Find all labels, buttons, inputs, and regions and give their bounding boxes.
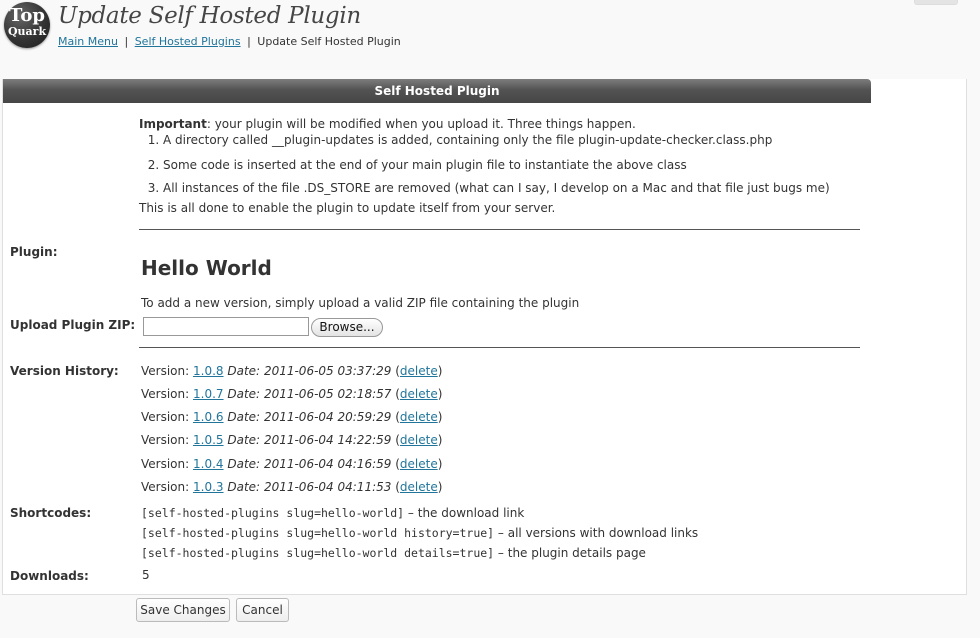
modification-steps-list: A directory called __plugin-updates is a… — [139, 133, 859, 200]
topquark-logo: Top Quark — [4, 2, 50, 48]
delete-version-link[interactable]: delete — [400, 480, 438, 494]
cancel-button[interactable]: Cancel — [236, 598, 289, 622]
version-link[interactable]: 1.0.7 — [193, 387, 224, 401]
breadcrumb: Main Menu | Self Hosted Plugins | Update… — [58, 35, 401, 48]
version-prefix: Version: — [141, 387, 190, 401]
notice-outro: This is all done to enable the plugin to… — [139, 201, 556, 215]
save-changes-button[interactable]: Save Changes — [136, 598, 230, 622]
shortcode-line: [self-hosted-plugins slug=hello-world] –… — [141, 506, 524, 520]
downloads-count: 5 — [142, 568, 150, 582]
date-prefix: Date: — [227, 433, 261, 447]
shortcode-line: [self-hosted-plugins slug=hello-world hi… — [141, 526, 698, 540]
delete-version-link[interactable]: delete — [400, 387, 438, 401]
version-prefix: Version: — [141, 480, 190, 494]
date-prefix: Date: — [227, 410, 261, 424]
version-row: Version: 1.0.4 Date: 2011-06-04 04:16:59… — [141, 457, 443, 471]
version-history-label: Version History: — [10, 364, 119, 378]
shortcode-description: – all versions with download links — [494, 526, 699, 540]
step-item: A directory called __plugin-updates is a… — [163, 133, 859, 147]
step-item: Some code is inserted at the end of your… — [163, 154, 859, 177]
plugin-label: Plugin: — [10, 245, 58, 259]
plugin-name: Hello World — [141, 256, 272, 280]
section-divider — [139, 347, 860, 348]
browse-button[interactable]: Browse... — [311, 318, 383, 337]
date-prefix: Date: — [227, 457, 261, 471]
shortcode-description: – the download link — [404, 506, 525, 520]
important-notice: Important: your plugin will be modified … — [139, 117, 859, 215]
date-prefix: Date: — [227, 480, 261, 494]
version-date: 2011-06-05 03:37:29 — [263, 364, 392, 378]
date-prefix: Date: — [227, 387, 261, 401]
date-prefix: Date: — [227, 364, 261, 378]
version-link[interactable]: 1.0.6 — [193, 410, 224, 424]
important-text: : your plugin will be modified when you … — [206, 117, 636, 131]
version-row: Version: 1.0.8 Date: 2011-06-05 03:37:29… — [141, 364, 443, 378]
page-title: Update Self Hosted Plugin — [58, 3, 361, 29]
breadcrumb-current: Update Self Hosted Plugin — [257, 35, 401, 48]
shortcode: [self-hosted-plugins slug=hello-world de… — [141, 546, 495, 560]
version-date: 2011-06-04 04:11:53 — [263, 480, 392, 494]
version-date: 2011-06-05 02:18:57 — [263, 387, 392, 401]
version-row: Version: 1.0.7 Date: 2011-06-05 02:18:57… — [141, 387, 443, 401]
shortcode: [self-hosted-plugins slug=hello-world hi… — [141, 526, 495, 540]
step-item: All instances of the file .DS_STORE are … — [163, 177, 859, 200]
version-date: 2011-06-04 14:22:59 — [263, 433, 392, 447]
breadcrumb-separator: | — [247, 35, 251, 48]
version-prefix: Version: — [141, 364, 190, 378]
breadcrumb-main-menu-link[interactable]: Main Menu — [58, 35, 118, 48]
version-link[interactable]: 1.0.3 — [193, 480, 224, 494]
version-prefix: Version: — [141, 457, 190, 471]
version-link[interactable]: 1.0.5 — [193, 433, 224, 447]
logo-text-quark: Quark — [7, 25, 47, 38]
version-row: Version: 1.0.5 Date: 2011-06-04 14:22:59… — [141, 433, 443, 447]
shortcode-description: – the plugin details page — [494, 546, 646, 560]
delete-version-link[interactable]: delete — [400, 433, 438, 447]
upload-help-text: To add a new version, simply upload a va… — [141, 296, 580, 310]
version-link[interactable]: 1.0.8 — [193, 364, 224, 378]
breadcrumb-separator: | — [124, 35, 129, 48]
logo-text-top: Top — [9, 5, 45, 26]
version-prefix: Version: — [141, 433, 190, 447]
delete-version-link[interactable]: delete — [400, 410, 438, 424]
shortcode: [self-hosted-plugins slug=hello-world] — [141, 506, 405, 520]
important-line: Important: your plugin will be modified … — [139, 117, 859, 131]
screen-options-tab[interactable] — [914, 0, 958, 5]
important-label: Important — [139, 117, 207, 131]
version-row: Version: 1.0.3 Date: 2011-06-04 04:11:53… — [141, 480, 443, 494]
delete-version-link[interactable]: delete — [400, 364, 438, 378]
panel-header: Self Hosted Plugin — [3, 79, 871, 103]
breadcrumb-self-hosted-plugins-link[interactable]: Self Hosted Plugins — [135, 35, 241, 48]
section-divider — [139, 229, 860, 230]
zip-file-input[interactable] — [143, 317, 309, 336]
shortcode-line: [self-hosted-plugins slug=hello-world de… — [141, 546, 646, 560]
version-link[interactable]: 1.0.4 — [193, 457, 224, 471]
version-prefix: Version: — [141, 410, 190, 424]
delete-version-link[interactable]: delete — [400, 457, 438, 471]
shortcodes-label: Shortcodes: — [10, 506, 92, 520]
version-date: 2011-06-04 04:16:59 — [263, 457, 392, 471]
version-row: Version: 1.0.6 Date: 2011-06-04 20:59:29… — [141, 410, 443, 424]
version-date: 2011-06-04 20:59:29 — [263, 410, 392, 424]
upload-zip-label: Upload Plugin ZIP: — [10, 318, 136, 332]
downloads-label: Downloads: — [10, 569, 89, 583]
